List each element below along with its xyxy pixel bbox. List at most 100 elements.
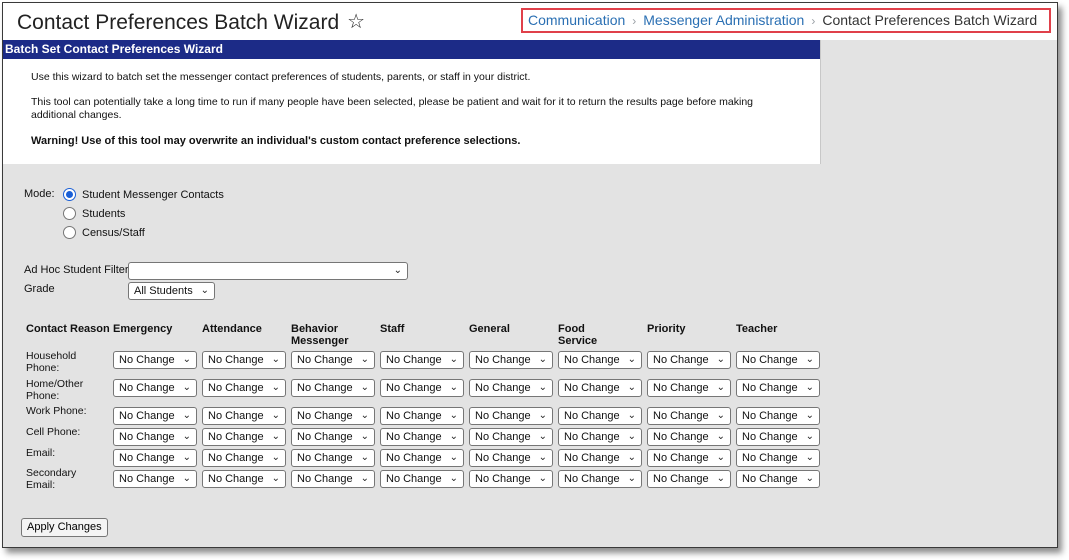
preference-select-email-attendance[interactable]: No Change ⌄: [202, 449, 286, 467]
preference-select-household-phone-teacher[interactable]: No Change ⌄: [736, 351, 820, 369]
radio-button[interactable]: [63, 188, 76, 201]
chevron-down-icon: ⌄: [393, 265, 402, 276]
chevron-right-icon: ›: [632, 14, 637, 28]
preference-select-cell-phone-food-service[interactable]: No Change ⌄: [558, 428, 642, 446]
preference-value: No Change: [208, 431, 264, 443]
preference-select-secondary-email-behavior-messenger[interactable]: No Change ⌄: [291, 470, 375, 488]
row-label-home-other-phone: Home/Other Phone:: [26, 378, 84, 402]
grade-value: All Students: [134, 285, 193, 297]
column-header-priority: Priority: [647, 323, 686, 335]
preference-select-household-phone-food-service[interactable]: No Change ⌄: [558, 351, 642, 369]
preference-select-secondary-email-food-service[interactable]: No Change ⌄: [558, 470, 642, 488]
preference-select-household-phone-general[interactable]: No Change ⌄: [469, 351, 553, 369]
chevron-down-icon: ⌄: [538, 473, 547, 484]
adhoc-filter-select[interactable]: ⌄: [128, 262, 408, 280]
preference-value: No Change: [475, 431, 531, 443]
preference-select-work-phone-general[interactable]: No Change ⌄: [469, 407, 553, 425]
preference-value: No Change: [653, 354, 709, 366]
radio-button[interactable]: [63, 226, 76, 239]
chevron-down-icon: ⌄: [627, 354, 636, 365]
preference-select-email-priority[interactable]: No Change ⌄: [647, 449, 731, 467]
preference-select-secondary-email-staff[interactable]: No Change ⌄: [380, 470, 464, 488]
intro-text: Use this wizard to batch set the messeng…: [31, 71, 531, 83]
preference-select-secondary-email-general[interactable]: No Change ⌄: [469, 470, 553, 488]
column-header-attendance: Attendance: [202, 323, 262, 335]
preference-select-secondary-email-priority[interactable]: No Change ⌄: [647, 470, 731, 488]
preference-value: No Change: [564, 431, 620, 443]
preference-select-work-phone-teacher[interactable]: No Change ⌄: [736, 407, 820, 425]
preference-select-household-phone-behavior-messenger[interactable]: No Change ⌄: [291, 351, 375, 369]
chevron-down-icon: ⌄: [360, 473, 369, 484]
preference-select-work-phone-food-service[interactable]: No Change ⌄: [558, 407, 642, 425]
preference-value: No Change: [386, 382, 442, 394]
chevron-down-icon: ⌄: [449, 452, 458, 463]
chevron-down-icon: ⌄: [182, 410, 191, 421]
preference-select-work-phone-priority[interactable]: No Change ⌄: [647, 407, 731, 425]
preference-select-secondary-email-emergency[interactable]: No Change ⌄: [113, 470, 197, 488]
chevron-down-icon: ⌄: [449, 473, 458, 484]
mode-option-student-messenger-contacts[interactable]: Student Messenger Contacts: [63, 188, 224, 201]
preference-value: No Change: [297, 473, 353, 485]
preference-select-email-staff[interactable]: No Change ⌄: [380, 449, 464, 467]
preference-select-work-phone-emergency[interactable]: No Change ⌄: [113, 407, 197, 425]
preference-select-email-general[interactable]: No Change ⌄: [469, 449, 553, 467]
breadcrumb-messenger-administration[interactable]: Messenger Administration: [643, 12, 804, 28]
chevron-down-icon: ⌄: [805, 410, 814, 421]
grade-label: Grade: [24, 283, 55, 295]
preference-select-home-other-phone-staff[interactable]: No Change ⌄: [380, 379, 464, 397]
preference-select-home-other-phone-teacher[interactable]: No Change ⌄: [736, 379, 820, 397]
preference-select-cell-phone-teacher[interactable]: No Change ⌄: [736, 428, 820, 446]
preference-select-cell-phone-attendance[interactable]: No Change ⌄: [202, 428, 286, 446]
preference-select-home-other-phone-priority[interactable]: No Change ⌄: [647, 379, 731, 397]
preference-select-work-phone-staff[interactable]: No Change ⌄: [380, 407, 464, 425]
preference-select-home-other-phone-general[interactable]: No Change ⌄: [469, 379, 553, 397]
preference-select-email-teacher[interactable]: No Change ⌄: [736, 449, 820, 467]
preference-value: No Change: [653, 473, 709, 485]
preference-value: No Change: [297, 410, 353, 422]
preference-select-home-other-phone-emergency[interactable]: No Change ⌄: [113, 379, 197, 397]
preference-value: No Change: [742, 473, 798, 485]
chevron-down-icon: ⌄: [271, 473, 280, 484]
chevron-down-icon: ⌄: [360, 382, 369, 393]
chevron-down-icon: ⌄: [716, 354, 725, 365]
preference-select-cell-phone-general[interactable]: No Change ⌄: [469, 428, 553, 446]
preference-select-cell-phone-behavior-messenger[interactable]: No Change ⌄: [291, 428, 375, 446]
preference-select-secondary-email-attendance[interactable]: No Change ⌄: [202, 470, 286, 488]
mode-option-students[interactable]: Students: [63, 207, 125, 220]
breadcrumb-communication[interactable]: Communication: [528, 12, 625, 28]
preference-value: No Change: [297, 354, 353, 366]
chevron-down-icon: ⌄: [538, 410, 547, 421]
grade-select[interactable]: All Students ⌄: [128, 282, 215, 300]
mode-option-label: Students: [82, 207, 126, 220]
preference-select-household-phone-staff[interactable]: No Change ⌄: [380, 351, 464, 369]
preference-select-email-food-service[interactable]: No Change ⌄: [558, 449, 642, 467]
preference-select-home-other-phone-behavior-messenger[interactable]: No Change ⌄: [291, 379, 375, 397]
preference-value: No Change: [297, 431, 353, 443]
preference-select-household-phone-attendance[interactable]: No Change ⌄: [202, 351, 286, 369]
preference-select-email-emergency[interactable]: No Change ⌄: [113, 449, 197, 467]
chevron-down-icon: ⌄: [271, 382, 280, 393]
radio-button[interactable]: [63, 207, 76, 220]
mode-option-census-staff[interactable]: Census/Staff: [63, 226, 145, 239]
title-bar: Contact Preferences Batch Wizard ☆ Commun…: [3, 3, 1057, 40]
preference-value: No Change: [742, 452, 798, 464]
preference-select-household-phone-emergency[interactable]: No Change ⌄: [113, 351, 197, 369]
preference-select-household-phone-priority[interactable]: No Change ⌄: [647, 351, 731, 369]
column-header-general: General: [469, 323, 510, 335]
row-label-cell-phone: Cell Phone:: [26, 426, 81, 438]
preference-select-home-other-phone-food-service[interactable]: No Change ⌄: [558, 379, 642, 397]
preference-select-home-other-phone-attendance[interactable]: No Change ⌄: [202, 379, 286, 397]
preference-select-cell-phone-staff[interactable]: No Change ⌄: [380, 428, 464, 446]
preference-value: No Change: [564, 354, 620, 366]
mode-label: Mode:: [24, 188, 55, 200]
preference-select-email-behavior-messenger[interactable]: No Change ⌄: [291, 449, 375, 467]
preference-select-work-phone-attendance[interactable]: No Change ⌄: [202, 407, 286, 425]
star-icon[interactable]: ☆: [347, 9, 365, 34]
main-content: Batch Set Contact Preferences Wizard Use…: [3, 40, 1057, 547]
preference-select-cell-phone-emergency[interactable]: No Change ⌄: [113, 428, 197, 446]
apply-changes-button[interactable]: Apply Changes: [21, 518, 108, 537]
chevron-down-icon: ⌄: [182, 473, 191, 484]
preference-select-secondary-email-teacher[interactable]: No Change ⌄: [736, 470, 820, 488]
preference-select-work-phone-behavior-messenger[interactable]: No Change ⌄: [291, 407, 375, 425]
preference-select-cell-phone-priority[interactable]: No Change ⌄: [647, 428, 731, 446]
